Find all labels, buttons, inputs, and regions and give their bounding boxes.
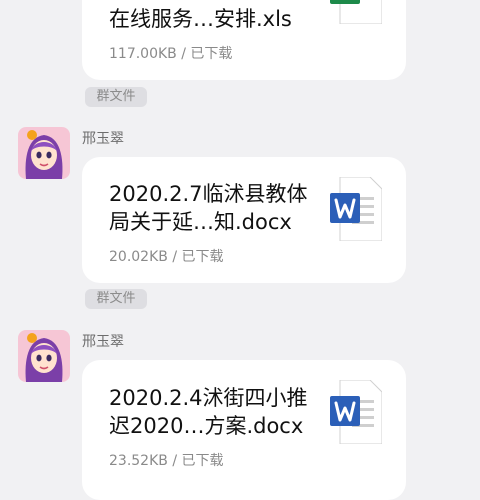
sender-name: 邢玉翠	[82, 334, 124, 350]
word-icon	[330, 380, 382, 444]
avatar[interactable]	[18, 127, 70, 179]
avatar[interactable]	[18, 330, 70, 382]
file-message-card[interactable]: 在线服务…安排.xls 117.00KB / 已下载	[82, 0, 406, 80]
file-name-line2: 迟2020…方案.docx	[109, 414, 304, 438]
file-name-line1: 2020.2.4沭街四小推	[109, 386, 308, 410]
file-message-card[interactable]: 2020.2.7临沭县教体 局关于延…知.docx 20.02KB / 已下载	[82, 157, 406, 283]
file-message-card[interactable]: 2020.2.4沭街四小推 迟2020…方案.docx 23.52KB / 已下…	[82, 360, 406, 500]
word-icon	[330, 177, 382, 241]
file-name-line2: 局关于延…知.docx	[109, 210, 292, 234]
file-name-line2: 在线服务…安排.xls	[109, 7, 292, 31]
group-file-tag: 群文件	[85, 87, 147, 107]
sender-name: 邢玉翠	[82, 131, 124, 147]
group-file-tag: 群文件	[85, 289, 147, 309]
file-meta: 20.02KB / 已下载	[109, 249, 224, 265]
excel-icon	[330, 0, 382, 24]
file-meta: 23.52KB / 已下载	[109, 453, 224, 469]
file-name-line1: 2020.2.7临沭县教体	[109, 182, 308, 206]
file-meta: 117.00KB / 已下载	[109, 46, 233, 62]
